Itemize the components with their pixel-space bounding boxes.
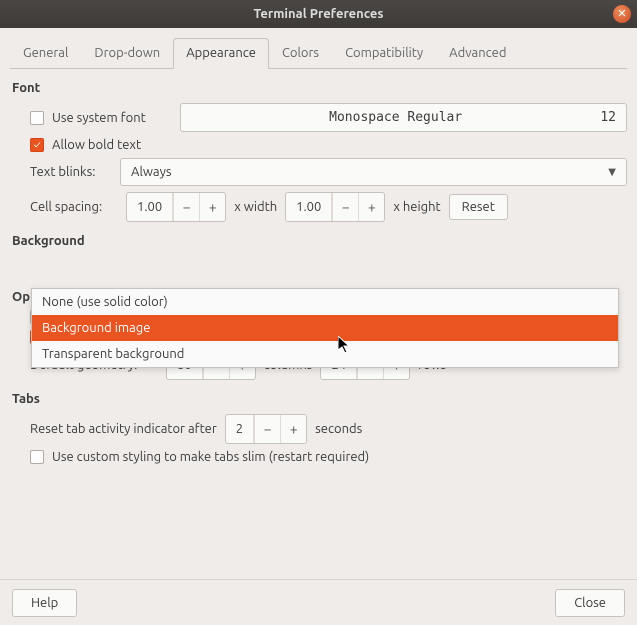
bg-option-transparent[interactable]: Transparent background bbox=[32, 341, 618, 367]
use-system-font-checkbox[interactable] bbox=[30, 111, 44, 125]
height-spinner[interactable]: 1.00 − + bbox=[285, 192, 385, 222]
indicator-plus-button[interactable]: + bbox=[280, 415, 306, 443]
slim-tabs-checkbox[interactable] bbox=[30, 450, 44, 464]
height-suffix: x height bbox=[393, 200, 440, 214]
tabstrip: General Drop-down Appearance Colors Comp… bbox=[10, 38, 627, 69]
width-suffix: x width bbox=[234, 200, 277, 214]
background-dropdown-popup: None (use solid color) Background image … bbox=[31, 288, 619, 368]
window-close-button[interactable]: ✕ bbox=[613, 5, 631, 23]
bg-option-none[interactable]: None (use solid color) bbox=[32, 289, 618, 315]
indicator-suffix: seconds bbox=[315, 422, 362, 436]
indicator-value: 2 bbox=[226, 415, 254, 443]
width-spinner[interactable]: 1.00 − + bbox=[126, 192, 226, 222]
tab-compatibility[interactable]: Compatibility bbox=[332, 38, 436, 69]
tab-colors[interactable]: Colors bbox=[269, 38, 332, 69]
content-area: General Drop-down Appearance Colors Comp… bbox=[0, 28, 637, 579]
text-blinks-label: Text blinks: bbox=[30, 165, 112, 179]
tab-dropdown[interactable]: Drop-down bbox=[81, 38, 173, 69]
tab-general[interactable]: General bbox=[10, 38, 81, 69]
cell-spacing-label: Cell spacing: bbox=[30, 200, 118, 214]
font-size: 12 bbox=[600, 110, 616, 125]
height-plus-button[interactable]: + bbox=[358, 193, 384, 221]
tabs-heading: Tabs bbox=[12, 392, 627, 406]
titlebar: Terminal Preferences ✕ bbox=[0, 0, 637, 28]
height-value: 1.00 bbox=[286, 193, 332, 221]
help-button[interactable]: Help bbox=[12, 589, 77, 617]
slim-tabs-label: Use custom styling to make tabs slim (re… bbox=[52, 450, 369, 464]
width-value: 1.00 bbox=[127, 193, 173, 221]
width-plus-button[interactable]: + bbox=[199, 193, 225, 221]
window-title: Terminal Preferences bbox=[253, 7, 383, 21]
height-minus-button[interactable]: − bbox=[332, 193, 358, 221]
close-button[interactable]: Close bbox=[555, 589, 625, 617]
bg-option-image[interactable]: Background image bbox=[32, 315, 618, 341]
close-icon: ✕ bbox=[617, 8, 626, 20]
allow-bold-checkbox[interactable]: ✓ bbox=[30, 138, 44, 152]
text-blinks-select[interactable]: Always ▼ bbox=[120, 158, 627, 186]
text-blinks-value: Always bbox=[131, 165, 172, 179]
tab-appearance[interactable]: Appearance bbox=[173, 38, 269, 69]
indicator-spinner[interactable]: 2 − + bbox=[225, 414, 307, 444]
background-heading: Background bbox=[12, 234, 627, 248]
indicator-label: Reset tab activity indicator after bbox=[30, 422, 217, 436]
font-picker-button[interactable]: Monospace Regular 12 bbox=[180, 103, 627, 132]
font-name: Monospace Regular bbox=[191, 110, 600, 125]
width-minus-button[interactable]: − bbox=[173, 193, 199, 221]
use-system-font-label: Use system font bbox=[52, 111, 172, 125]
tab-advanced[interactable]: Advanced bbox=[436, 38, 519, 69]
chevron-down-icon: ▼ bbox=[608, 166, 616, 178]
indicator-minus-button[interactable]: − bbox=[254, 415, 280, 443]
footer: Help Close bbox=[0, 579, 637, 625]
reset-button[interactable]: Reset bbox=[449, 194, 508, 220]
allow-bold-label: Allow bold text bbox=[52, 138, 141, 152]
background-select-placeholder bbox=[30, 256, 627, 276]
font-heading: Font bbox=[12, 81, 627, 95]
